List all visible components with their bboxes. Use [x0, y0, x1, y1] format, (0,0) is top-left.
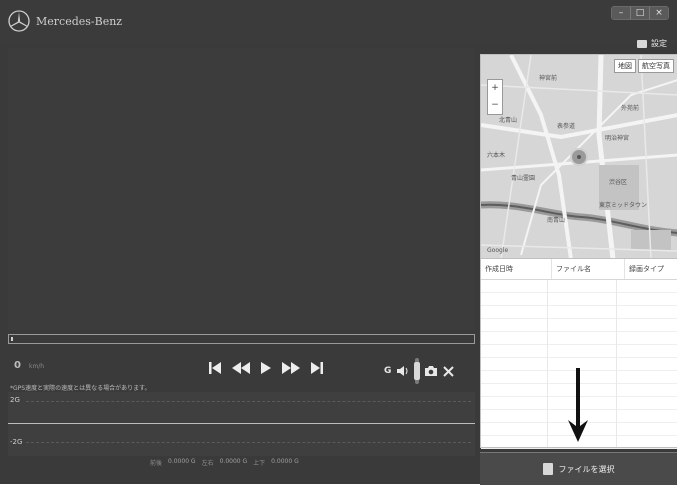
- speed-value: 0: [14, 360, 21, 371]
- play-icon[interactable]: [260, 361, 272, 375]
- map-label: 明治神宮: [605, 135, 630, 142]
- window-controls: – □ ×: [611, 6, 669, 20]
- settings-icon: [637, 39, 647, 48]
- column-divider: [616, 280, 617, 447]
- map-label: 南青山: [547, 217, 566, 224]
- graph-gridline: [26, 442, 471, 444]
- readout-label-up-down: 上下: [253, 460, 266, 467]
- tab-satellite[interactable]: 航空写真: [638, 59, 674, 73]
- tab-map[interactable]: 地図: [614, 59, 636, 73]
- readout-value-up-down: 0.0000 G: [271, 458, 299, 465]
- skip-next-icon[interactable]: [310, 361, 324, 375]
- file-icon: [542, 463, 553, 475]
- seek-bar[interactable]: [8, 334, 475, 344]
- settings-button[interactable]: 設定: [637, 38, 667, 49]
- map-label: 表参道: [557, 123, 576, 130]
- player-options: G: [384, 358, 455, 384]
- readout-label-left-right: 左右: [201, 460, 214, 467]
- speed-unit: km/h: [28, 363, 45, 370]
- graph-zero-line: [8, 423, 475, 424]
- table-row[interactable]: [481, 293, 677, 306]
- gsensor-readout: 前後 0.0000 G 左右 0.0000 G 上下 0.0000 G: [150, 458, 299, 467]
- volume-slider[interactable]: [414, 358, 421, 384]
- column-filename[interactable]: ファイル名: [552, 259, 625, 279]
- map-label: 六本木: [487, 152, 506, 159]
- table-row[interactable]: [481, 345, 677, 358]
- seek-handle[interactable]: [11, 337, 13, 341]
- minimize-button[interactable]: –: [612, 7, 630, 19]
- map-label: 渋谷区: [609, 179, 628, 186]
- down-arrow-icon: [568, 368, 588, 442]
- map-label: 東京ミッドタウン: [599, 202, 648, 209]
- table-row[interactable]: [481, 280, 677, 293]
- gps-disclaimer: *GPS速度と実際の速度とは異なる場合があります。: [10, 385, 151, 392]
- file-list-header: 作成日時 ファイル名 録画タイプ: [481, 259, 677, 280]
- table-row[interactable]: [481, 319, 677, 332]
- title-bar: Mercedes-Benz – □ ×: [0, 0, 677, 44]
- graph-gridline: [26, 401, 471, 403]
- map-label: 外苑前: [621, 105, 640, 112]
- map-label: 神宮前: [539, 75, 558, 82]
- speaker-icon[interactable]: [397, 366, 409, 376]
- readout-label-front-back: 前後: [150, 460, 163, 467]
- fast-forward-icon[interactable]: [281, 361, 301, 375]
- close-button[interactable]: ×: [649, 7, 668, 19]
- gsensor-graph: 2G -2G: [8, 392, 475, 456]
- maximize-button[interactable]: □: [630, 7, 649, 19]
- speed-display: 0 km/h: [14, 360, 44, 371]
- map-attribution: Google: [487, 247, 509, 254]
- brand-logo: Mercedes-Benz: [8, 10, 122, 32]
- select-file-button[interactable]: ファイルを選択: [480, 452, 677, 485]
- map-panel[interactable]: 地図 航空写真 + − 神宮前 外苑前 表参道 北青山 青山霊園 六本木 明治神…: [480, 54, 677, 260]
- skip-previous-icon[interactable]: [208, 361, 222, 375]
- map-zoom-control: + −: [487, 79, 503, 115]
- location-pin-icon: [570, 148, 588, 166]
- graph-min-label: -2G: [10, 438, 23, 446]
- column-divider: [547, 280, 548, 447]
- playback-controls: [208, 361, 324, 375]
- table-row[interactable]: [481, 306, 677, 319]
- settings-label: 設定: [651, 39, 667, 48]
- app-window: Mercedes-Benz – □ × 設定 地図 航空写真 + − 神宮前 外…: [0, 0, 677, 485]
- camera-icon[interactable]: [425, 366, 438, 376]
- column-record-type[interactable]: 録画タイプ: [625, 259, 677, 279]
- mercedes-star-icon: [8, 10, 30, 32]
- table-row[interactable]: [481, 332, 677, 345]
- graph-max-label: 2G: [10, 396, 20, 404]
- column-created[interactable]: 作成日時: [481, 259, 552, 279]
- video-viewport[interactable]: [8, 48, 475, 330]
- readout-value-front-back: 0.0000 G: [168, 458, 196, 465]
- map-label: 北青山: [499, 117, 518, 124]
- close-icon[interactable]: [443, 365, 455, 377]
- zoom-out-button[interactable]: −: [488, 97, 502, 114]
- map-label: 青山霊園: [511, 175, 536, 182]
- readout-value-left-right: 0.0000 G: [219, 458, 248, 465]
- brand-name: Mercedes-Benz: [36, 14, 123, 28]
- rewind-icon[interactable]: [231, 361, 251, 375]
- gsensor-toggle[interactable]: G: [384, 366, 391, 376]
- zoom-in-button[interactable]: +: [488, 80, 502, 97]
- map-type-tabs: 地図 航空写真: [614, 59, 674, 73]
- select-file-label: ファイルを選択: [558, 464, 615, 474]
